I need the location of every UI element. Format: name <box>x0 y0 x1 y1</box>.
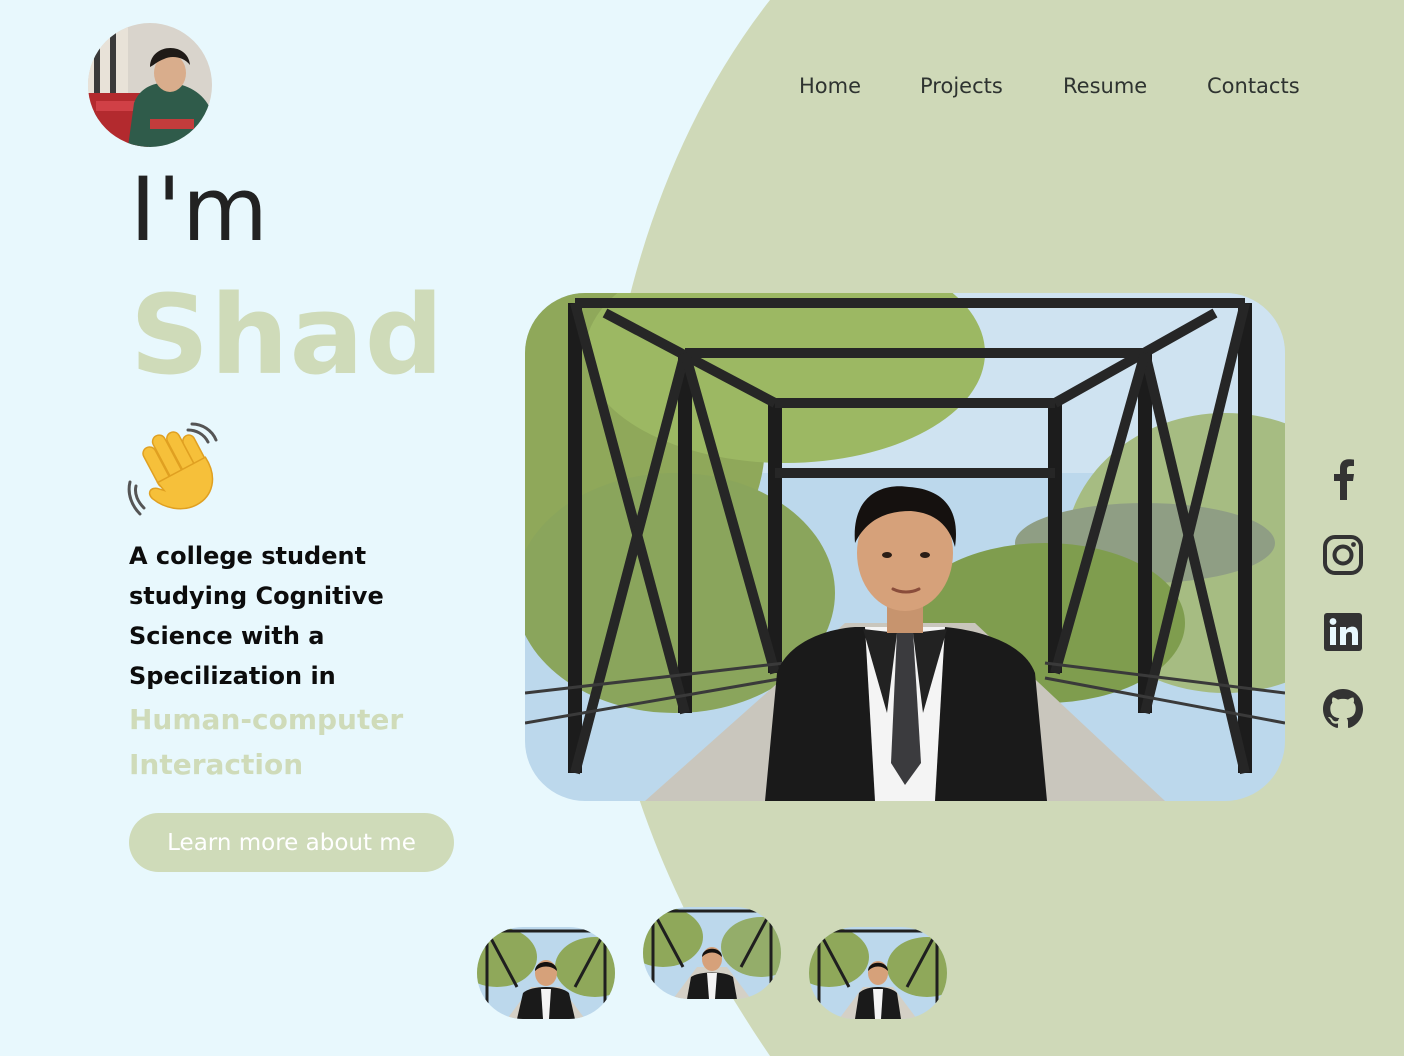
nav-resume-link[interactable]: Resume <box>1063 74 1147 98</box>
thumbnail-3[interactable] <box>809 927 947 1019</box>
nav-home-link[interactable]: Home <box>799 74 861 98</box>
specialization-line: Human-computer <box>129 703 404 736</box>
bio-line: A college student <box>129 542 367 570</box>
bio-line: studying Cognitive <box>129 582 384 610</box>
thumbnail-2[interactable] <box>643 907 781 999</box>
greeting-heading: I'm <box>130 158 269 261</box>
bio-line: Science with a <box>129 622 325 650</box>
bio-line: Specilization in <box>129 662 336 690</box>
learn-more-button[interactable]: Learn more about me <box>129 813 454 872</box>
github-icon[interactable] <box>1321 687 1365 731</box>
nav-contacts-link[interactable]: Contacts <box>1207 74 1300 98</box>
thumbnail-1[interactable] <box>477 927 615 1019</box>
linkedin-icon[interactable] <box>1321 610 1365 654</box>
nav-projects-link[interactable]: Projects <box>920 74 1003 98</box>
bio-text: A college student studying Cognitive Sci… <box>129 536 449 696</box>
specialization-line: Interaction <box>129 748 304 781</box>
specialization-text: Human-computer Interaction <box>129 697 403 787</box>
facebook-icon[interactable] <box>1321 456 1365 500</box>
name-heading: Shad <box>130 271 445 399</box>
avatar[interactable] <box>88 23 212 147</box>
instagram-icon[interactable] <box>1321 533 1365 577</box>
hero-photo <box>525 293 1285 801</box>
waving-hand-icon <box>127 422 218 516</box>
